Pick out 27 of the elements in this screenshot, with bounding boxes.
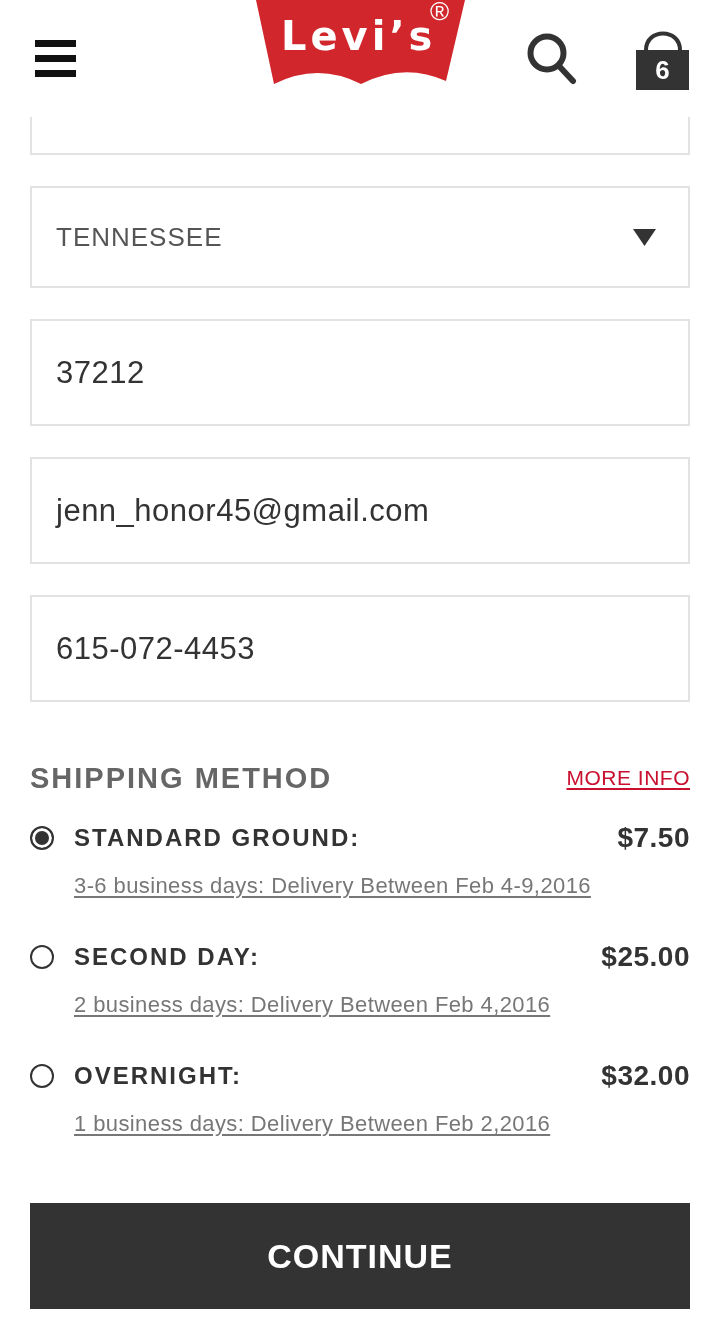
cart-button[interactable]: 6: [636, 27, 689, 90]
shipping-price: $7.50: [617, 822, 690, 854]
shipping-option-label: STANDARD GROUND:: [74, 824, 361, 852]
logo-text: Levi’s: [281, 19, 437, 53]
radio-button[interactable]: [30, 1064, 54, 1088]
registered-mark: ®: [430, 0, 450, 22]
continue-button[interactable]: CONTINUE: [30, 1203, 690, 1309]
cart-count: 6: [654, 54, 671, 85]
input-field[interactable]: [30, 117, 690, 155]
input-field[interactable]: 615-072-4453: [30, 595, 690, 702]
input-field[interactable]: jenn_honor45@gmail.com: [30, 457, 690, 564]
select-field[interactable]: TENNESSEE: [30, 186, 690, 288]
delivery-details-link[interactable]: 1 business days: Delivery Between Feb 2,2016: [74, 1112, 551, 1136]
radio-button[interactable]: [30, 945, 54, 969]
shipping-price: $32.00: [601, 1060, 690, 1092]
more-info-link[interactable]: MORE INFO: [566, 765, 690, 791]
input-field[interactable]: 37212: [30, 319, 690, 426]
delivery-details-link[interactable]: 3-6 business days: Delivery Between Feb 4-9,2016: [74, 874, 591, 898]
shipping-price: $25.00: [601, 941, 690, 973]
shipping-option-label: SECOND DAY:: [74, 943, 261, 971]
menu-icon[interactable]: [35, 40, 76, 77]
section-title: SHIPPING METHOD: [30, 761, 333, 796]
shipping-option-label: OVERNIGHT:: [74, 1062, 242, 1090]
radio-button[interactable]: [30, 826, 54, 850]
search-icon[interactable]: [527, 32, 577, 85]
caret-icon: [633, 228, 656, 246]
delivery-details-link[interactable]: 2 business days: Delivery Between Feb 4,2016: [74, 993, 551, 1017]
